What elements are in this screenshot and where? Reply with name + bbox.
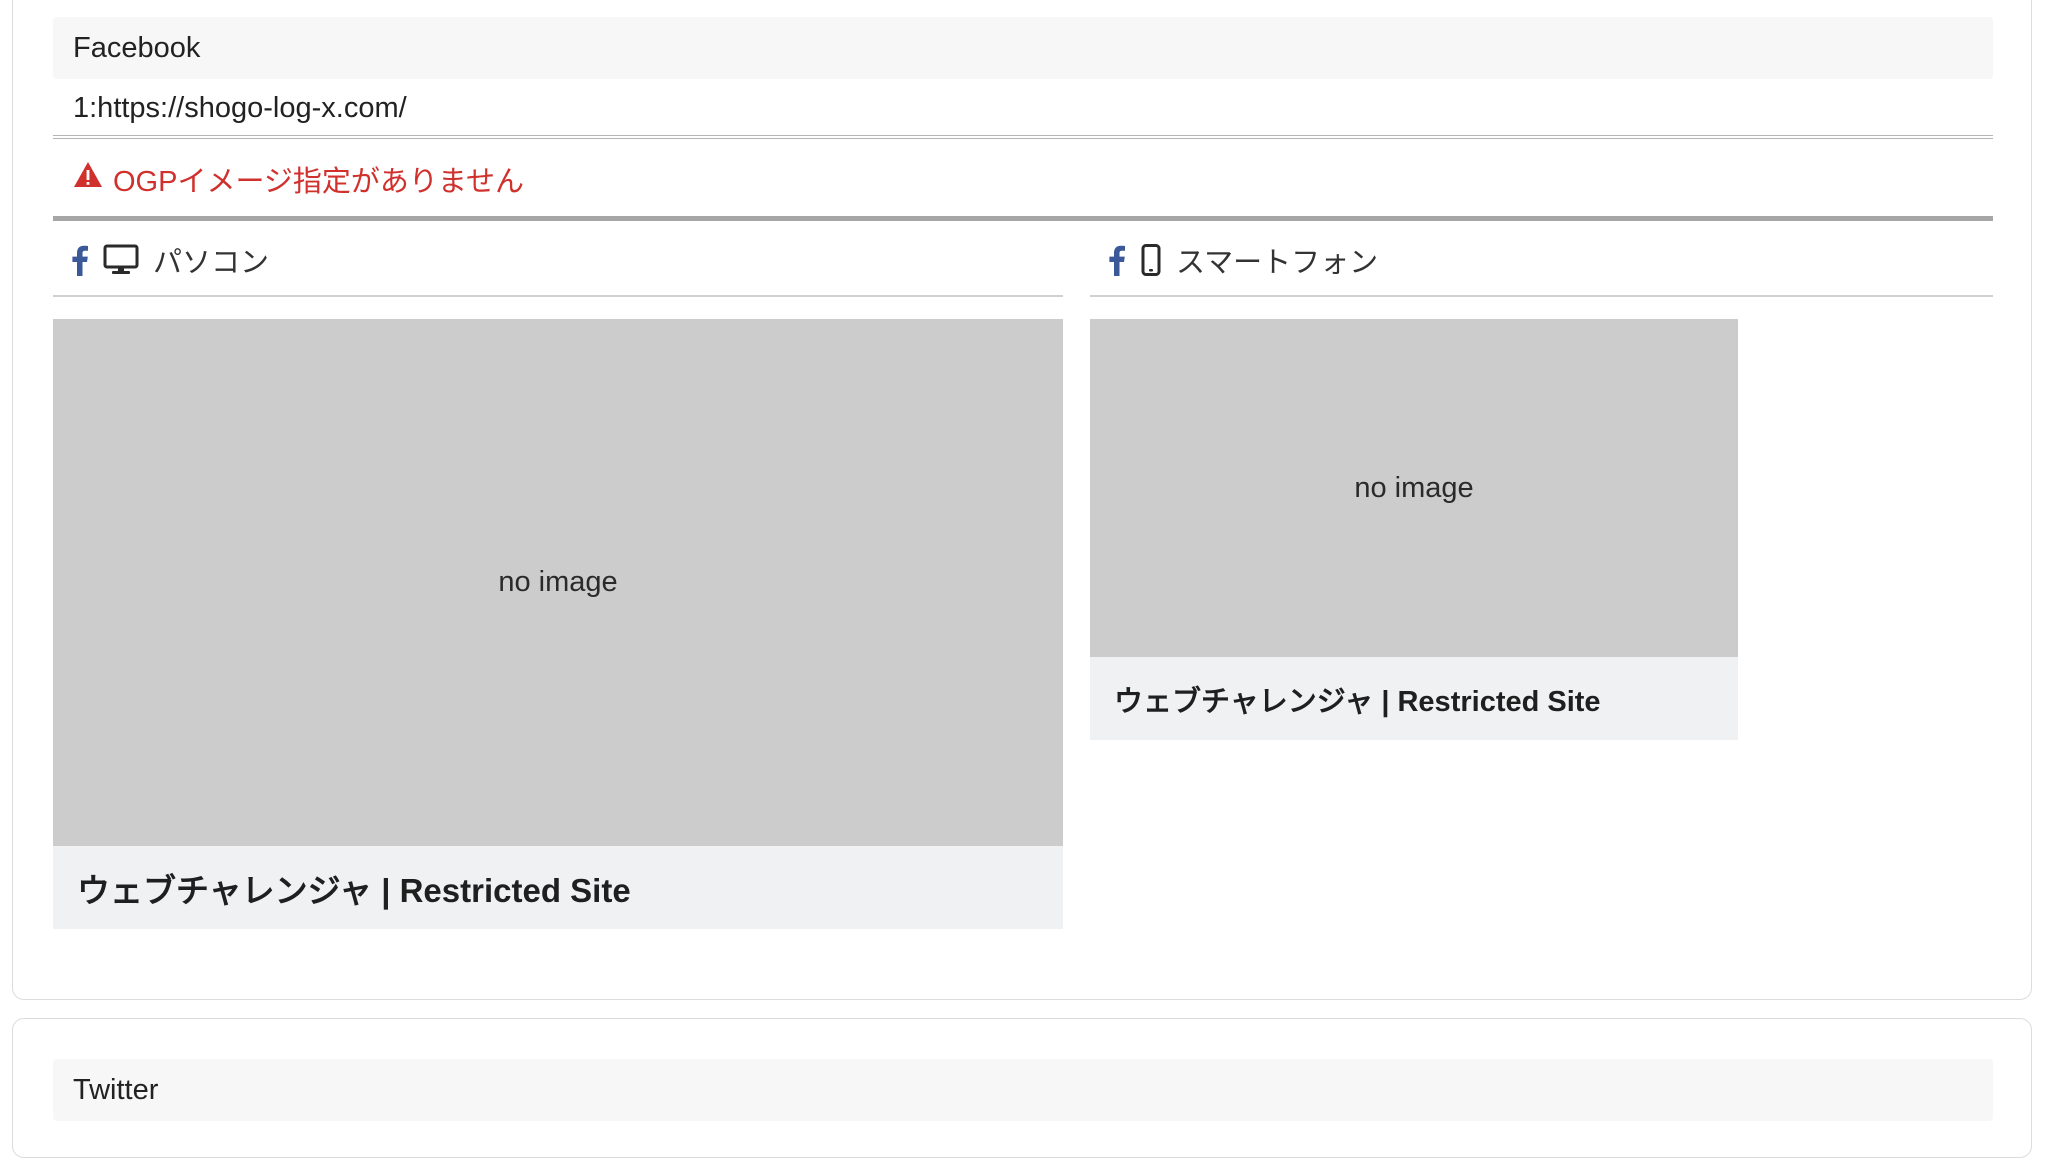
twitter-section-title: Twitter	[53, 1059, 1993, 1121]
pc-image-placeholder: no image	[53, 319, 1063, 846]
pc-preview-header: パソコン	[53, 225, 1063, 297]
smartphone-image-placeholder: no image	[1090, 319, 1738, 657]
twitter-card: Twitter	[12, 1018, 2032, 1158]
smartphone-preview-title: ウェブチャレンジャ | Restricted Site	[1114, 685, 1601, 718]
facebook-section-title: Facebook	[53, 17, 1993, 79]
facebook-icon	[1108, 244, 1126, 276]
pc-no-image-text: no image	[498, 566, 618, 598]
smartphone-preview-header: スマートフォン	[1090, 225, 1993, 297]
mobile-phone-icon	[1140, 244, 1162, 276]
facebook-icon	[71, 244, 89, 276]
url-line: 1:https://shogo-log-x.com/	[53, 77, 1993, 139]
pc-preview-title: ウェブチャレンジャ | Restricted Site	[77, 871, 631, 909]
desktop-monitor-icon	[103, 244, 139, 276]
smartphone-no-image-text: no image	[1354, 471, 1474, 504]
facebook-card: Facebook 1:https://shogo-log-x.com/ OGPイ…	[12, 0, 2032, 1000]
ogp-warning: OGPイメージ指定がありません	[53, 141, 1993, 221]
smartphone-label: スマートフォン	[1176, 247, 1379, 279]
pc-label: パソコン	[153, 247, 270, 279]
warning-text: OGPイメージ指定がありません	[113, 165, 525, 198]
warning-triangle-icon	[73, 161, 113, 197]
smartphone-ogp-preview: no image ウェブチャレンジャ | Restricted Site	[1090, 319, 1738, 740]
pc-ogp-preview: no image ウェブチャレンジャ | Restricted Site	[53, 319, 1063, 929]
